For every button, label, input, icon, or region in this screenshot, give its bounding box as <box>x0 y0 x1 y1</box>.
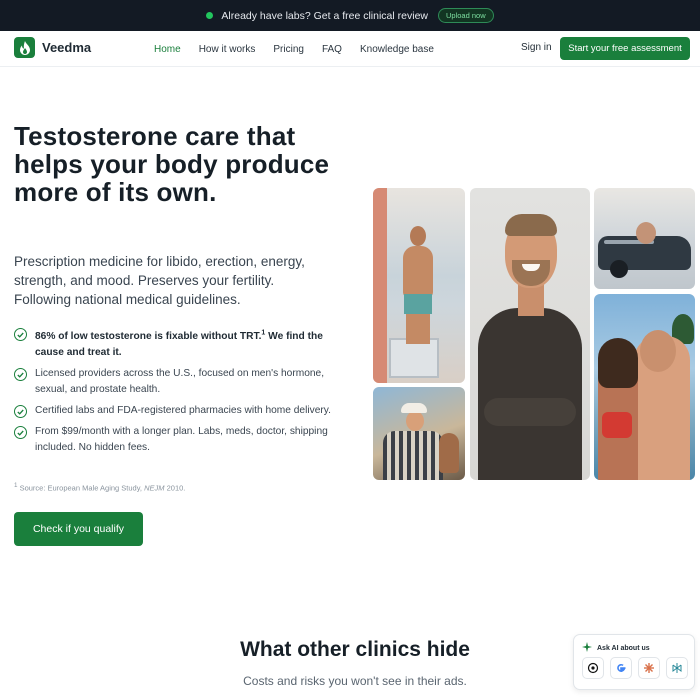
check-circle-icon <box>14 328 27 341</box>
benefit-item: Licensed providers across the U.S., focu… <box>14 366 344 398</box>
announcement-bar: Already have labs? Get a free clinical r… <box>0 0 700 31</box>
sign-in-link[interactable]: Sign in <box>521 42 552 53</box>
brand-name: Veedma <box>42 40 92 55</box>
check-circle-icon <box>14 368 27 382</box>
check-circle-icon <box>14 426 27 440</box>
photo-couple-at-beach <box>594 294 695 480</box>
check-qualify-button[interactable]: Check if you qualify <box>14 512 143 546</box>
chatgpt-icon[interactable] <box>582 657 604 679</box>
google-icon[interactable] <box>610 657 632 679</box>
journal-name: NEJM <box>144 483 165 493</box>
benefit-text: Licensed providers across the U.S., focu… <box>35 368 325 396</box>
status-dot-icon <box>206 12 214 19</box>
check-circle-icon <box>14 405 27 419</box>
claude-icon[interactable] <box>638 657 660 679</box>
ask-ai-title: Ask AI about us <box>597 644 650 652</box>
nav-item-faq[interactable]: FAQ <box>322 44 342 55</box>
nav-item-how-it-works[interactable]: How it works <box>199 44 256 55</box>
main-menu: Home How it works Pricing FAQ Knowledge … <box>154 31 434 67</box>
benefit-item: From $99/month with a longer plan. Labs,… <box>14 424 344 456</box>
ai-provider-icons <box>582 657 688 679</box>
hero-headline: Testosterone care that helps your body p… <box>14 121 330 207</box>
perplexity-icon[interactable] <box>666 657 688 679</box>
photo-man-shirtless-truck <box>373 188 465 383</box>
benefit-text: From $99/month with a longer plan. Labs,… <box>35 426 328 454</box>
source-footnote: 1 Source: European Male Aging Study, NEJ… <box>14 482 186 493</box>
announcement-text: Already have labs? Get a free clinical r… <box>221 9 428 22</box>
hero-subhead: Prescription medicine for libido, erecti… <box>14 254 305 307</box>
photo-man-in-convertible <box>594 188 695 289</box>
top-navigation: Veedma Home How it works Pricing FAQ Kno… <box>0 31 700 67</box>
ask-ai-widget: Ask AI about us <box>573 634 695 690</box>
benefit-bold-text: 86% of low testosterone is fixable witho… <box>35 330 323 359</box>
benefit-item: 86% of low testosterone is fixable witho… <box>14 326 344 361</box>
benefit-text: Certified labs and FDA-registered pharma… <box>35 405 331 417</box>
nav-item-pricing[interactable]: Pricing <box>273 44 304 55</box>
benefit-list: 86% of low testosterone is fixable witho… <box>14 326 344 461</box>
benefit-item: Certified labs and FDA-registered pharma… <box>14 403 344 419</box>
flame-logo-icon <box>14 37 35 58</box>
photo-smiling-bearded-man <box>470 188 590 480</box>
nav-item-home[interactable]: Home <box>154 44 181 55</box>
nav-item-knowledge-base[interactable]: Knowledge base <box>360 44 434 55</box>
photo-grandfather-with-child <box>373 387 465 480</box>
start-assessment-button[interactable]: Start your free assessment <box>560 37 690 60</box>
sparkle-icon <box>582 642 592 654</box>
brand-logo[interactable]: Veedma <box>14 37 91 58</box>
benefit-text: 86% of low testosterone is fixable witho… <box>35 326 344 361</box>
upload-now-button[interactable]: Upload now <box>438 8 494 23</box>
ask-ai-header: Ask AI about us <box>582 642 650 654</box>
